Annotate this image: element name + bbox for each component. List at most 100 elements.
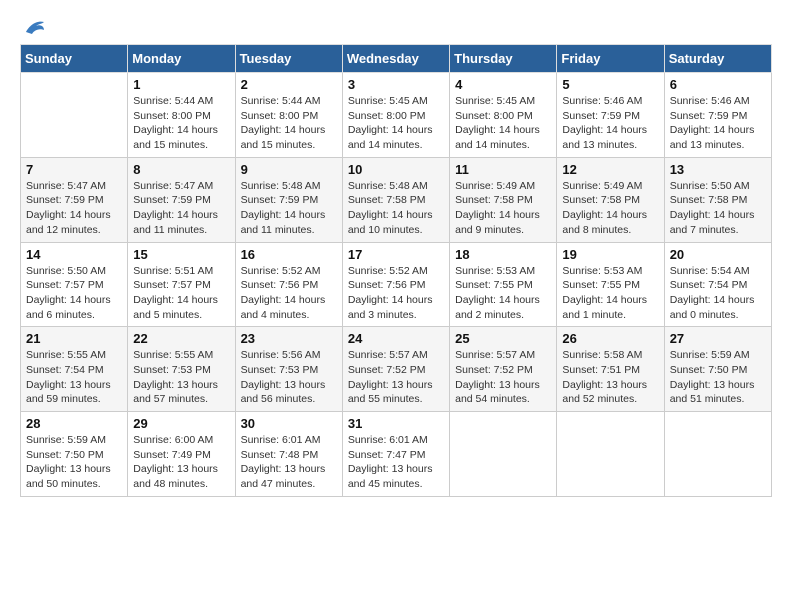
day-number: 4 — [455, 77, 551, 92]
day-info: Sunrise: 5:47 AM Sunset: 7:59 PM Dayligh… — [26, 179, 122, 238]
day-number: 6 — [670, 77, 766, 92]
calendar-cell — [557, 412, 664, 497]
day-number: 20 — [670, 247, 766, 262]
day-number: 11 — [455, 162, 551, 177]
calendar-cell: 29 Sunrise: 6:00 AM Sunset: 7:49 PM Dayli… — [128, 412, 235, 497]
day-number: 25 — [455, 331, 551, 346]
calendar-cell: 11 Sunrise: 5:49 AM Sunset: 7:58 PM Dayli… — [450, 157, 557, 242]
page-header — [20, 20, 772, 36]
calendar-header-row: SundayMondayTuesdayWednesdayThursdayFrid… — [21, 45, 772, 73]
calendar-cell: 24Sunrise: 5:57 AM Sunset: 7:52 PM Dayli… — [342, 327, 449, 412]
day-info: Sunrise: 6:00 AM Sunset: 7:49 PM Dayligh… — [133, 433, 229, 492]
calendar-cell: 4 Sunrise: 5:45 AM Sunset: 8:00 PM Daylig… — [450, 73, 557, 158]
day-info: Sunrise: 5:53 AM Sunset: 7:55 PM Dayligh… — [562, 264, 658, 323]
calendar-cell: 28Sunrise: 5:59 AM Sunset: 7:50 PM Dayli… — [21, 412, 128, 497]
day-number: 31 — [348, 416, 444, 431]
day-number: 2 — [241, 77, 337, 92]
calendar-cell: 13Sunrise: 5:50 AM Sunset: 7:58 PM Dayli… — [664, 157, 771, 242]
calendar-week-row: 21 Sunrise: 5:55 AM Sunset: 7:54 PM Dayli… — [21, 327, 772, 412]
calendar-cell: 7 Sunrise: 5:47 AM Sunset: 7:59 PM Daylig… — [21, 157, 128, 242]
calendar-cell: 22 Sunrise: 5:55 AM Sunset: 7:53 PM Dayli… — [128, 327, 235, 412]
day-info: Sunrise: 5:48 AM Sunset: 7:58 PM Dayligh… — [348, 179, 444, 238]
day-info: Sunrise: 5:51 AM Sunset: 7:57 PM Dayligh… — [133, 264, 229, 323]
day-info: Sunrise: 5:56 AM Sunset: 7:53 PM Dayligh… — [241, 348, 337, 407]
day-info: Sunrise: 6:01 AM Sunset: 7:47 PM Dayligh… — [348, 433, 444, 492]
day-info: Sunrise: 5:54 AM Sunset: 7:54 PM Dayligh… — [670, 264, 766, 323]
day-number: 14 — [26, 247, 122, 262]
day-number: 13 — [670, 162, 766, 177]
day-info: Sunrise: 5:53 AM Sunset: 7:55 PM Dayligh… — [455, 264, 551, 323]
day-info: Sunrise: 5:47 AM Sunset: 7:59 PM Dayligh… — [133, 179, 229, 238]
calendar-cell: 15Sunrise: 5:51 AM Sunset: 7:57 PM Dayli… — [128, 242, 235, 327]
calendar-cell: 8 Sunrise: 5:47 AM Sunset: 7:59 PM Daylig… — [128, 157, 235, 242]
calendar-cell: 1Sunrise: 5:44 AM Sunset: 8:00 PM Daylig… — [128, 73, 235, 158]
day-number: 16 — [241, 247, 337, 262]
day-info: Sunrise: 5:48 AM Sunset: 7:59 PM Dayligh… — [241, 179, 337, 238]
calendar-cell: 26Sunrise: 5:58 AM Sunset: 7:51 PM Dayli… — [557, 327, 664, 412]
day-info: Sunrise: 5:45 AM Sunset: 8:00 PM Dayligh… — [348, 94, 444, 153]
calendar-cell: 3Sunrise: 5:45 AM Sunset: 8:00 PM Daylig… — [342, 73, 449, 158]
day-number: 5 — [562, 77, 658, 92]
day-info: Sunrise: 5:58 AM Sunset: 7:51 PM Dayligh… — [562, 348, 658, 407]
calendar-cell: 30Sunrise: 6:01 AM Sunset: 7:48 PM Dayli… — [235, 412, 342, 497]
day-info: Sunrise: 5:44 AM Sunset: 8:00 PM Dayligh… — [241, 94, 337, 153]
day-number: 21 — [26, 331, 122, 346]
day-info: Sunrise: 5:46 AM Sunset: 7:59 PM Dayligh… — [670, 94, 766, 153]
day-number: 12 — [562, 162, 658, 177]
col-header-thursday: Thursday — [450, 45, 557, 73]
calendar-cell: 12 Sunrise: 5:49 AM Sunset: 7:58 PM Dayli… — [557, 157, 664, 242]
col-header-saturday: Saturday — [664, 45, 771, 73]
day-info: Sunrise: 5:45 AM Sunset: 8:00 PM Dayligh… — [455, 94, 551, 153]
day-info: Sunrise: 5:49 AM Sunset: 7:58 PM Dayligh… — [455, 179, 551, 238]
calendar-cell: 9Sunrise: 5:48 AM Sunset: 7:59 PM Daylig… — [235, 157, 342, 242]
calendar-cell: 6 Sunrise: 5:46 AM Sunset: 7:59 PM Daylig… — [664, 73, 771, 158]
day-number: 27 — [670, 331, 766, 346]
calendar-cell: 14 Sunrise: 5:50 AM Sunset: 7:57 PM Dayli… — [21, 242, 128, 327]
calendar-cell — [664, 412, 771, 497]
day-number: 19 — [562, 247, 658, 262]
day-number: 7 — [26, 162, 122, 177]
calendar-cell: 31 Sunrise: 6:01 AM Sunset: 7:47 PM Dayli… — [342, 412, 449, 497]
day-info: Sunrise: 5:59 AM Sunset: 7:50 PM Dayligh… — [26, 433, 122, 492]
day-info: Sunrise: 5:52 AM Sunset: 7:56 PM Dayligh… — [241, 264, 337, 323]
day-number: 22 — [133, 331, 229, 346]
calendar-cell — [450, 412, 557, 497]
calendar-table: SundayMondayTuesdayWednesdayThursdayFrid… — [20, 44, 772, 497]
calendar-week-row: 1 Sunrise: 5:44 AM Sunset: 8:00 PM Daylig… — [21, 73, 772, 158]
col-header-wednesday: Wednesday — [342, 45, 449, 73]
day-info: Sunrise: 5:49 AM Sunset: 7:58 PM Dayligh… — [562, 179, 658, 238]
day-info: Sunrise: 5:50 AM Sunset: 7:57 PM Dayligh… — [26, 264, 122, 323]
calendar-cell: 2 Sunrise: 5:44 AM Sunset: 8:00 PM Daylig… — [235, 73, 342, 158]
calendar-cell: 21 Sunrise: 5:55 AM Sunset: 7:54 PM Dayli… — [21, 327, 128, 412]
col-header-friday: Friday — [557, 45, 664, 73]
col-header-monday: Monday — [128, 45, 235, 73]
day-number: 18 — [455, 247, 551, 262]
day-info: Sunrise: 5:46 AM Sunset: 7:59 PM Dayligh… — [562, 94, 658, 153]
day-number: 17 — [348, 247, 444, 262]
calendar-cell: 5 Sunrise: 5:46 AM Sunset: 7:59 PM Daylig… — [557, 73, 664, 158]
day-info: Sunrise: 5:57 AM Sunset: 7:52 PM Dayligh… — [455, 348, 551, 407]
logo — [20, 20, 46, 36]
day-number: 29 — [133, 416, 229, 431]
calendar-cell: 25 Sunrise: 5:57 AM Sunset: 7:52 PM Dayli… — [450, 327, 557, 412]
day-number: 1 — [133, 77, 229, 92]
col-header-tuesday: Tuesday — [235, 45, 342, 73]
day-number: 8 — [133, 162, 229, 177]
day-number: 10 — [348, 162, 444, 177]
day-number: 30 — [241, 416, 337, 431]
calendar-week-row: 14 Sunrise: 5:50 AM Sunset: 7:57 PM Dayli… — [21, 242, 772, 327]
calendar-cell: 20 Sunrise: 5:54 AM Sunset: 7:54 PM Dayli… — [664, 242, 771, 327]
logo-bird-icon — [24, 18, 46, 36]
day-info: Sunrise: 5:55 AM Sunset: 7:53 PM Dayligh… — [133, 348, 229, 407]
calendar-cell: 10 Sunrise: 5:48 AM Sunset: 7:58 PM Dayli… — [342, 157, 449, 242]
day-info: Sunrise: 5:55 AM Sunset: 7:54 PM Dayligh… — [26, 348, 122, 407]
calendar-week-row: 7 Sunrise: 5:47 AM Sunset: 7:59 PM Daylig… — [21, 157, 772, 242]
calendar-cell: 18 Sunrise: 5:53 AM Sunset: 7:55 PM Dayli… — [450, 242, 557, 327]
calendar-cell: 16 Sunrise: 5:52 AM Sunset: 7:56 PM Dayli… — [235, 242, 342, 327]
day-info: Sunrise: 5:59 AM Sunset: 7:50 PM Dayligh… — [670, 348, 766, 407]
day-number: 24 — [348, 331, 444, 346]
day-info: Sunrise: 5:52 AM Sunset: 7:56 PM Dayligh… — [348, 264, 444, 323]
calendar-week-row: 28Sunrise: 5:59 AM Sunset: 7:50 PM Dayli… — [21, 412, 772, 497]
calendar-cell: 19 Sunrise: 5:53 AM Sunset: 7:55 PM Dayli… — [557, 242, 664, 327]
calendar-cell — [21, 73, 128, 158]
